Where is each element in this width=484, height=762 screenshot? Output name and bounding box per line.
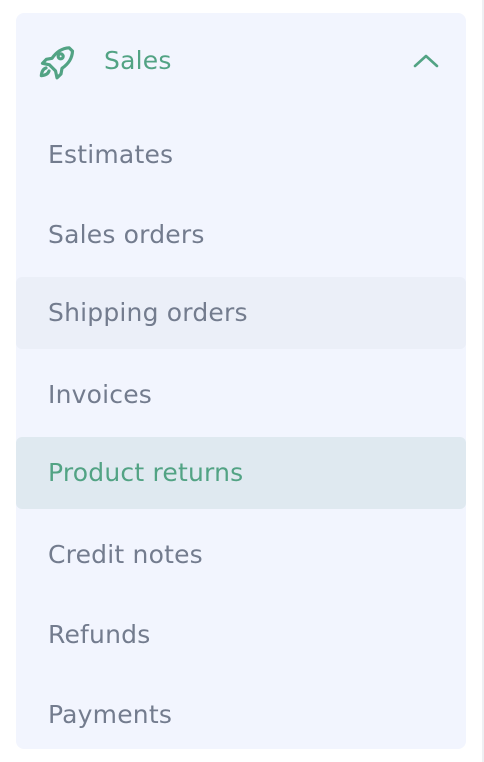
menu-item-label: Refunds	[48, 620, 151, 649]
menu-item-payments[interactable]: Payments	[16, 679, 466, 751]
menu-item-label: Sales orders	[48, 220, 205, 249]
menu-item-label: Credit notes	[48, 540, 203, 569]
menu-item-label: Shipping orders	[48, 298, 248, 327]
menu-item-shipping-orders[interactable]: Shipping orders	[16, 277, 466, 349]
menu-item-label: Payments	[48, 700, 173, 729]
chevron-up-icon[interactable]	[410, 49, 442, 73]
menu-item-refunds[interactable]: Refunds	[16, 599, 466, 671]
menu-item-credit-notes[interactable]: Credit notes	[16, 519, 466, 591]
menu-item-label: Invoices	[48, 380, 153, 409]
sales-section-label: Sales	[104, 46, 172, 75]
menu-item-product-returns[interactable]: Product returns	[16, 437, 466, 509]
sales-menu-panel: Sales Estimates Sales orders Shipping or…	[16, 13, 466, 749]
rocket-icon	[39, 46, 75, 80]
menu-item-label: Estimates	[48, 140, 174, 169]
menu-item-sales-orders[interactable]: Sales orders	[16, 199, 466, 271]
sales-section-header[interactable]: Sales	[16, 13, 466, 113]
menu-item-estimates[interactable]: Estimates	[16, 119, 466, 191]
menu-item-invoices[interactable]: Invoices	[16, 359, 466, 431]
menu-item-label: Product returns	[48, 458, 244, 487]
